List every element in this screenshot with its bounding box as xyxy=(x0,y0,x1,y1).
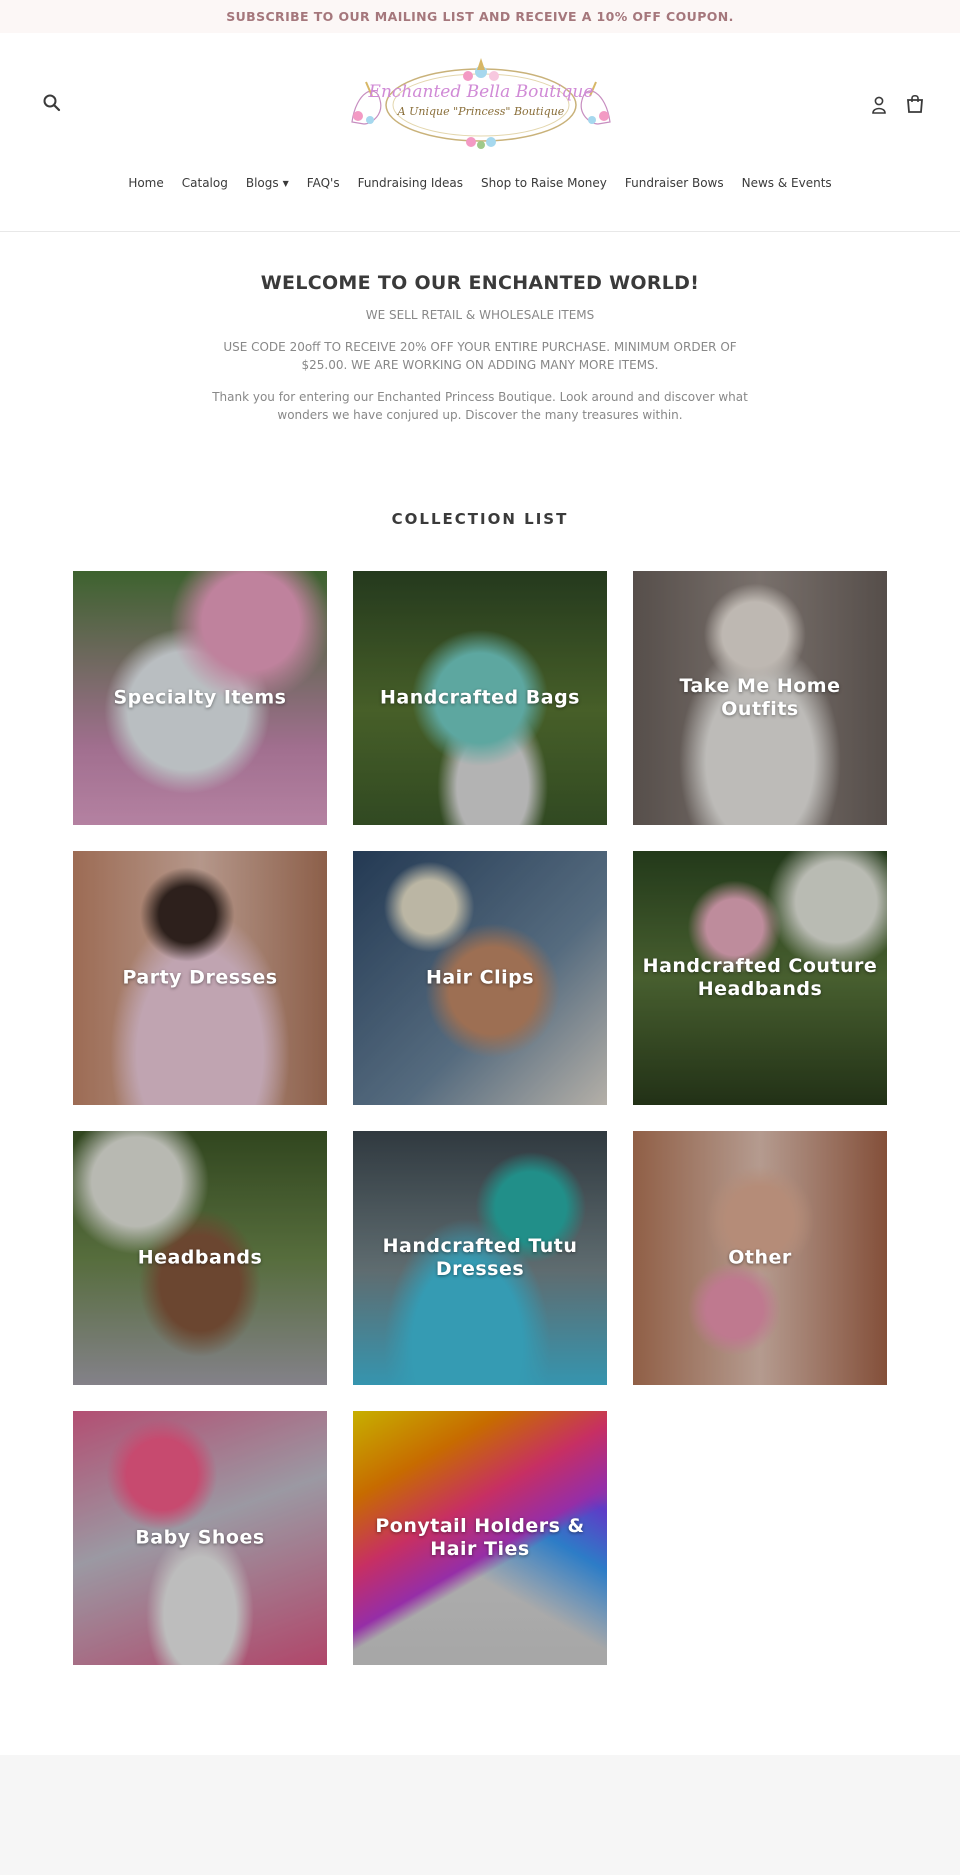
nav-item-faqs[interactable]: FAQ's xyxy=(307,176,340,190)
welcome-title: WELCOME TO OUR ENCHANTED WORLD! xyxy=(260,272,700,294)
site-logo[interactable]: Enchanted Bella Boutique A Unique "Princ… xyxy=(342,52,620,156)
nav-item-shop-to-raise-money[interactable]: Shop to Raise Money xyxy=(481,176,607,190)
site-header: Enchanted Bella Boutique A Unique "Princ… xyxy=(0,33,960,232)
account-icon[interactable] xyxy=(870,95,888,115)
collection-card-handcrafted-couture-headbands[interactable]: Handcrafted Couture Headbands xyxy=(633,851,887,1105)
collection-card-title: Other xyxy=(728,1246,792,1269)
nav-item-fundraising-ideas[interactable]: Fundraising Ideas xyxy=(358,176,463,190)
collection-card-title: Specialty Items xyxy=(113,686,287,709)
collection-card-handcrafted-tutu-dresses[interactable]: Handcrafted Tutu Dresses xyxy=(353,1131,607,1385)
collection-card-hair-clips[interactable]: Hair Clips xyxy=(353,851,607,1105)
nav-item-news-events[interactable]: News & Events xyxy=(742,176,832,190)
welcome-section: WELCOME TO OUR ENCHANTED WORLD! WE SELL … xyxy=(0,272,960,424)
collection-card-party-dresses[interactable]: Party Dresses xyxy=(73,851,327,1105)
cart-icon[interactable] xyxy=(904,93,926,115)
collection-card-baby-shoes[interactable]: Baby Shoes xyxy=(73,1411,327,1665)
collection-card-title: Party Dresses xyxy=(122,966,278,989)
collection-card-ponytail-holders[interactable]: Ponytail Holders & Hair Ties xyxy=(353,1411,607,1665)
logo-tagline: A Unique "Princess" Boutique xyxy=(397,105,565,118)
collection-card-title: Baby Shoes xyxy=(135,1526,265,1549)
chevron-down-icon: ▼ xyxy=(282,178,289,188)
collection-card-title: Handcrafted Couture Headbands xyxy=(642,955,878,1000)
announcement-text: SUBSCRIBE TO OUR MAILING LIST AND RECEIV… xyxy=(226,9,734,24)
welcome-retail-text: WE SELL RETAIL & WHOLESALE ITEMS xyxy=(365,308,595,322)
search-icon[interactable] xyxy=(42,93,62,113)
collection-card-title: Headbands xyxy=(137,1246,263,1269)
collection-card-title: Handcrafted Bags xyxy=(380,686,580,709)
collection-card-take-me-home-outfits[interactable]: Take Me Home Outfits xyxy=(633,571,887,825)
nav-item-home[interactable]: Home xyxy=(128,176,163,190)
site-footer xyxy=(0,1755,960,1875)
collection-card-title: Take Me Home Outfits xyxy=(679,675,841,720)
nav-item-fundraiser-bows[interactable]: Fundraiser Bows xyxy=(625,176,724,190)
collection-card-other[interactable]: Other xyxy=(633,1131,887,1385)
nav-item-blogs[interactable]: Blogs ▼ xyxy=(246,176,289,190)
collection-card-title: Ponytail Holders & Hair Ties xyxy=(375,1515,585,1560)
collection-card-title: Handcrafted Tutu Dresses xyxy=(382,1235,578,1280)
main-nav: Home Catalog Blogs ▼ FAQ's Fundraising Id… xyxy=(0,176,960,190)
collection-card-headbands[interactable]: Headbands xyxy=(73,1131,327,1385)
announcement-bar: SUBSCRIBE TO OUR MAILING LIST AND RECEIV… xyxy=(0,0,960,33)
collection-card-handcrafted-bags[interactable]: Handcrafted Bags xyxy=(353,571,607,825)
logo-title: Enchanted Bella Boutique xyxy=(368,82,594,102)
collection-card-title: Hair Clips xyxy=(425,966,535,989)
nav-item-catalog[interactable]: Catalog xyxy=(182,176,228,190)
welcome-intro-text: Thank you for entering our Enchanted Pri… xyxy=(212,390,748,422)
collection-card-specialty-items[interactable]: Specialty Items xyxy=(73,571,327,825)
collection-grid: Specialty Items Handcrafted Bags Take Me… xyxy=(73,571,887,1665)
welcome-coupon-text: USE CODE 20off TO RECEIVE 20% OFF YOUR E… xyxy=(223,340,737,372)
collection-list-title: COLLECTION LIST xyxy=(391,510,569,528)
